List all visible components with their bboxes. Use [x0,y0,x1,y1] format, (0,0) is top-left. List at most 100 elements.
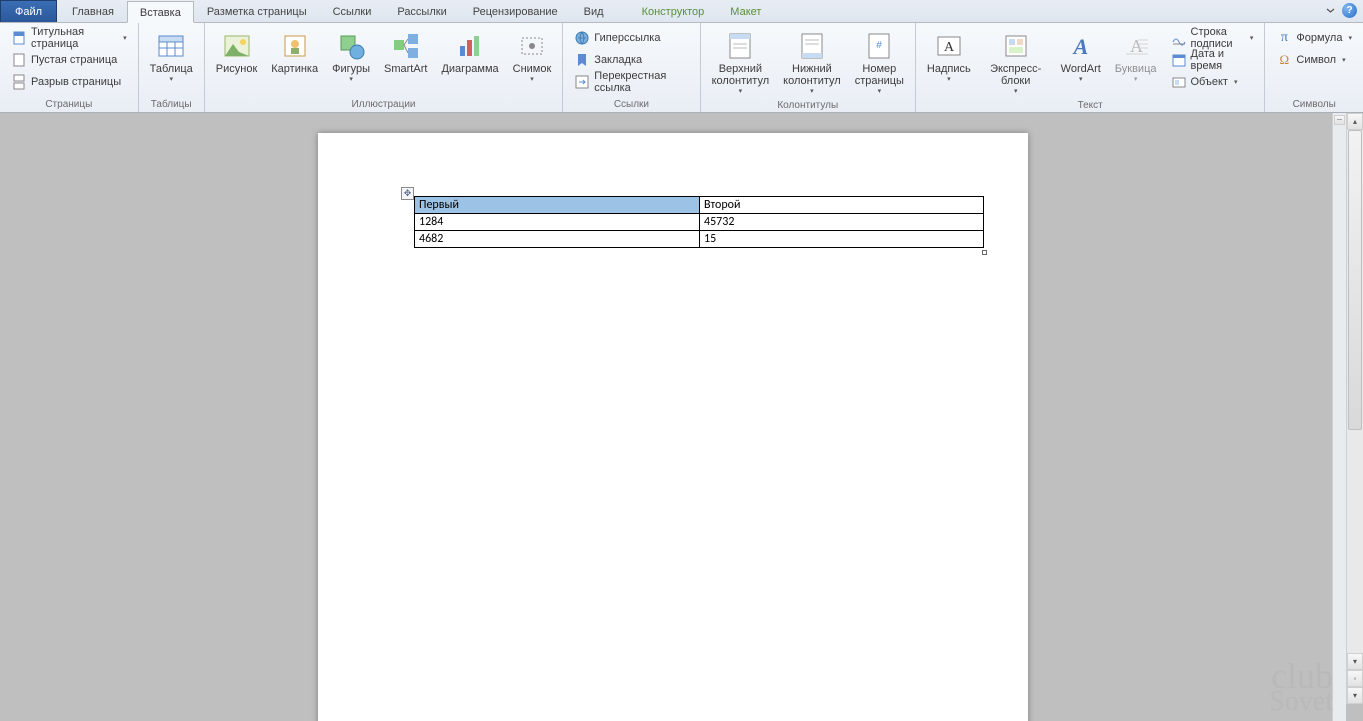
group-tables-label: Таблицы [145,97,198,112]
group-headerfooter-label: Колонтитулы [707,98,909,113]
wordart-button[interactable]: A WordArt ▾ [1056,27,1106,86]
quickparts-label: Экспресс-блоки [985,63,1047,87]
split-handle[interactable]: ─ [1334,115,1345,125]
group-pages-label: Страницы [6,97,132,112]
textbox-icon: A [933,30,965,62]
clipart-button[interactable]: Картинка [266,27,323,78]
picture-icon [221,30,253,62]
table-move-handle[interactable]: ✥ [401,187,414,200]
tab-file[interactable]: Файл [0,0,57,22]
dropcap-label: Буквица [1115,63,1157,75]
bookmark-button[interactable]: Закладка [569,49,693,71]
chevron-down-icon: ▾ [1348,34,1352,42]
group-links-label: Ссылки [569,97,693,112]
scroll-down-button[interactable]: ▾ [1347,653,1363,670]
symbol-button[interactable]: Ω Символ ▾ [1271,49,1357,71]
scroll-thumb[interactable] [1348,130,1362,430]
prev-page-button[interactable]: ◦ [1347,670,1363,687]
table-button-label: Таблица [150,63,193,75]
tab-insert[interactable]: Вставка [127,1,194,23]
picture-label: Рисунок [216,63,258,75]
smartart-button[interactable]: SmartArt [379,27,432,78]
hyperlink-button[interactable]: Гиперссылка [569,27,693,49]
next-page-button[interactable]: ▾ [1347,687,1363,704]
help-icon[interactable]: ? [1342,3,1357,18]
chart-button[interactable]: Диаграмма [436,27,503,78]
symbol-icon: Ω [1276,52,1292,68]
document-table[interactable]: Первый Второй 1284 45732 4682 15 [414,196,984,248]
dropcap-button[interactable]: A Буквица ▾ [1110,27,1162,86]
tab-references[interactable]: Ссылки [320,0,385,22]
chevron-down-icon: ▾ [1250,34,1254,42]
minimize-ribbon-icon[interactable] [1323,3,1338,18]
tab-page-layout[interactable]: Разметка страницы [194,0,320,22]
table-cell[interactable]: 1284 [415,214,700,231]
table-cell[interactable]: 15 [700,231,984,248]
hyperlink-label: Гиперссылка [594,32,660,44]
blank-page-label: Пустая страница [31,54,117,66]
page-break-icon [11,74,27,90]
crossref-button[interactable]: Перекрестная ссылка [569,71,693,93]
header-label: Верхний колонтитул [712,63,770,87]
blank-page-button[interactable]: Пустая страница [6,49,132,71]
textbox-button[interactable]: A Надпись ▾ [922,27,976,86]
page-break-button[interactable]: Разрыв страницы [6,71,132,93]
shapes-icon [335,30,367,62]
group-symbols-label: Символы [1271,97,1357,112]
table-button[interactable]: Таблица ▾ [145,27,198,86]
ribbon-tabs: Файл Главная Вставка Разметка страницы С… [0,0,1363,23]
svg-text:A: A [944,40,955,55]
chart-icon [454,30,486,62]
equation-label: Формула [1296,32,1342,44]
table-row[interactable]: Первый Второй [415,197,984,214]
sigline-button[interactable]: Строка подписи ▾ [1166,27,1259,49]
document-page[interactable]: ✥ Первый Второй 1284 45732 4682 15 [318,133,1028,721]
group-pages: Титульная страница ▾ Пустая страница Раз… [0,23,139,112]
tab-view[interactable]: Вид [571,0,617,22]
tab-home[interactable]: Главная [59,0,127,22]
picture-button[interactable]: Рисунок [211,27,263,78]
equation-icon: π [1276,30,1292,46]
pagenum-button[interactable]: # Номер страницы ▾ [850,27,909,98]
blank-page-icon [11,52,27,68]
tab-review[interactable]: Рецензирование [460,0,571,22]
hyperlink-icon [574,30,590,46]
vertical-scrollbar[interactable]: ▴ ▾ ◦ ▾ [1346,113,1363,704]
scroll-up-button[interactable]: ▴ [1347,113,1363,130]
header-icon [724,30,756,62]
screenshot-button[interactable]: Снимок ▾ [508,27,557,86]
header-button[interactable]: Верхний колонтитул ▾ [707,27,775,98]
footer-button[interactable]: Нижний колонтитул ▾ [778,27,846,98]
table-cell[interactable]: Второй [700,197,984,214]
group-illustrations-label: Иллюстрации [211,97,557,112]
tab-mailings[interactable]: Рассылки [384,0,459,22]
clipart-label: Картинка [271,63,318,75]
symbol-label: Символ [1296,54,1336,66]
equation-button[interactable]: π Формула ▾ [1271,27,1357,49]
table-cell[interactable]: 4682 [415,231,700,248]
document-workspace[interactable]: ✥ Первый Второй 1284 45732 4682 15 [0,113,1346,721]
datetime-button[interactable]: Дата и время [1166,49,1259,71]
table-cell[interactable]: 45732 [700,214,984,231]
bookmark-label: Закладка [594,54,642,66]
shapes-button[interactable]: Фигуры ▾ [327,27,375,86]
tab-table-design[interactable]: Конструктор [629,0,718,22]
wordart-icon: A [1065,30,1097,62]
tab-table-layout[interactable]: Макет [717,0,774,22]
object-icon [1171,74,1187,90]
chevron-down-icon: ▾ [1134,75,1138,83]
group-tables: Таблица ▾ Таблицы [139,23,205,112]
group-symbols: π Формула ▾ Ω Символ ▾ Символы [1265,23,1363,112]
table-row[interactable]: 1284 45732 [415,214,984,231]
group-headerfooter: Верхний колонтитул ▾ Нижний колонтитул ▾… [701,23,916,112]
pagenum-icon: # [863,30,895,62]
table-cell-selected[interactable]: Первый [415,197,700,214]
table-row[interactable]: 4682 15 [415,231,984,248]
cover-page-button[interactable]: Титульная страница ▾ [6,27,132,49]
sigline-label: Строка подписи [1191,26,1244,50]
object-button[interactable]: Объект ▾ [1166,71,1259,93]
table-resize-handle[interactable] [982,250,987,255]
quickparts-button[interactable]: Экспресс-блоки ▾ [980,27,1052,98]
crossref-label: Перекрестная ссылка [594,70,688,94]
object-label: Объект [1191,76,1228,88]
